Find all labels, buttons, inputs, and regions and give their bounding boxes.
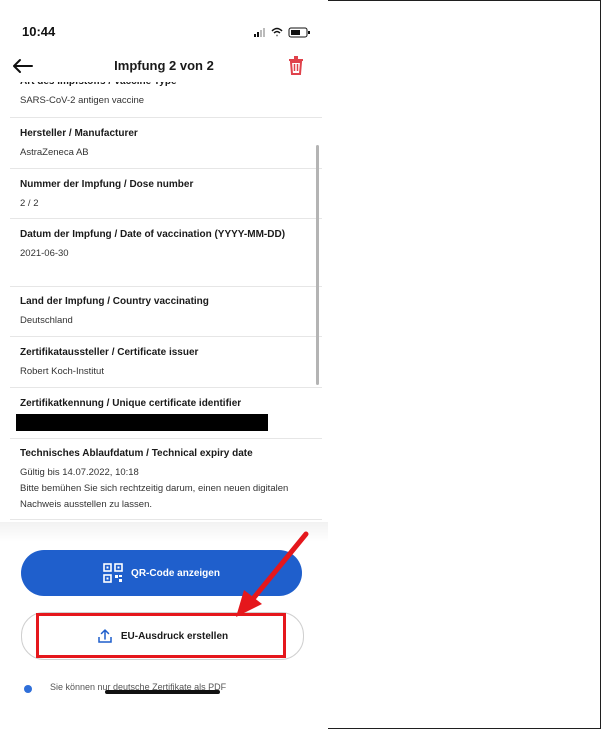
status-time: 10:44 [22,24,56,39]
field-value: 2021-06-30 [20,248,69,259]
field-label: Zertifikataussteller / Certificate issue… [20,347,199,358]
trash-icon[interactable] [286,54,306,76]
field-label: Land der Impfung / Country vaccinating [20,296,209,307]
certificate-issuer-field: Zertifikataussteller / Certificate issue… [20,345,310,380]
country-field: Land der Impfung / Country vaccinating D… [20,294,310,329]
redacted-identifier [16,414,268,431]
bottom-fade [0,522,328,542]
certificate-identifier-field: Zertifikatkennung / Unique certificate i… [16,396,306,431]
info-icon [24,685,32,693]
field-value: Gültig bis 14.07.2022, 10:18 [20,467,139,478]
field-value: Deutschland [20,315,73,326]
certificate-details[interactable]: Art des Impfstoffs / Vaccine Type SARS-C… [0,82,328,520]
field-label: Art des Impfstoffs / Vaccine Type [20,82,310,90]
vaccination-date-field: Datum der Impfung / Date of vaccination … [20,227,300,262]
phone-screen: 10:44 Impfung 2 von 2 Art des Impfstoffs… [0,0,328,729]
field-value: AstraZeneca AB [20,147,89,158]
vaccine-type-field: Art des Impfstoffs / Vaccine Type SARS-C… [20,82,310,109]
scrollbar[interactable] [316,145,319,385]
dose-number-field: Nummer der Impfung / Dose number 2 / 2 [20,177,310,212]
button-label: QR-Code anzeigen [131,567,220,579]
divider [10,438,322,439]
field-label: Technisches Ablaufdatum / Technical expi… [20,448,253,459]
wifi-icon [271,27,283,37]
field-label: Nummer der Impfung / Dose number [20,179,194,190]
divider [10,286,322,287]
divider [10,117,322,118]
field-label: Hersteller / Manufacturer [20,128,138,139]
field-value: Robert Koch-Institut [20,366,104,377]
expiry-note: Bitte bemühen Sie sich rechtzeitig darum… [20,483,289,510]
battery-icon [288,27,310,38]
field-label: Zertifikatkennung / Unique certificate i… [20,398,242,409]
show-qr-code-button[interactable]: QR-Code anzeigen [21,550,302,596]
field-label: Datum der Impfung / Date of vaccination … [20,229,286,240]
signal-icon [254,28,265,37]
qr-code-icon [103,563,123,583]
divider [10,336,322,337]
home-indicator [105,690,220,694]
field-value: 2 / 2 [20,198,39,209]
page-title: Impfung 2 von 2 [114,58,214,73]
status-icons [254,27,310,38]
divider [10,168,322,169]
divider [10,519,322,520]
expiry-date-field: Technisches Ablaufdatum / Technical expi… [20,446,310,513]
divider [10,218,322,219]
divider [10,387,322,388]
field-value: SARS-CoV-2 antigen vaccine [20,95,145,106]
annotation-highlight-box [36,613,286,658]
manufacturer-field: Hersteller / Manufacturer AstraZeneca AB [20,126,310,161]
